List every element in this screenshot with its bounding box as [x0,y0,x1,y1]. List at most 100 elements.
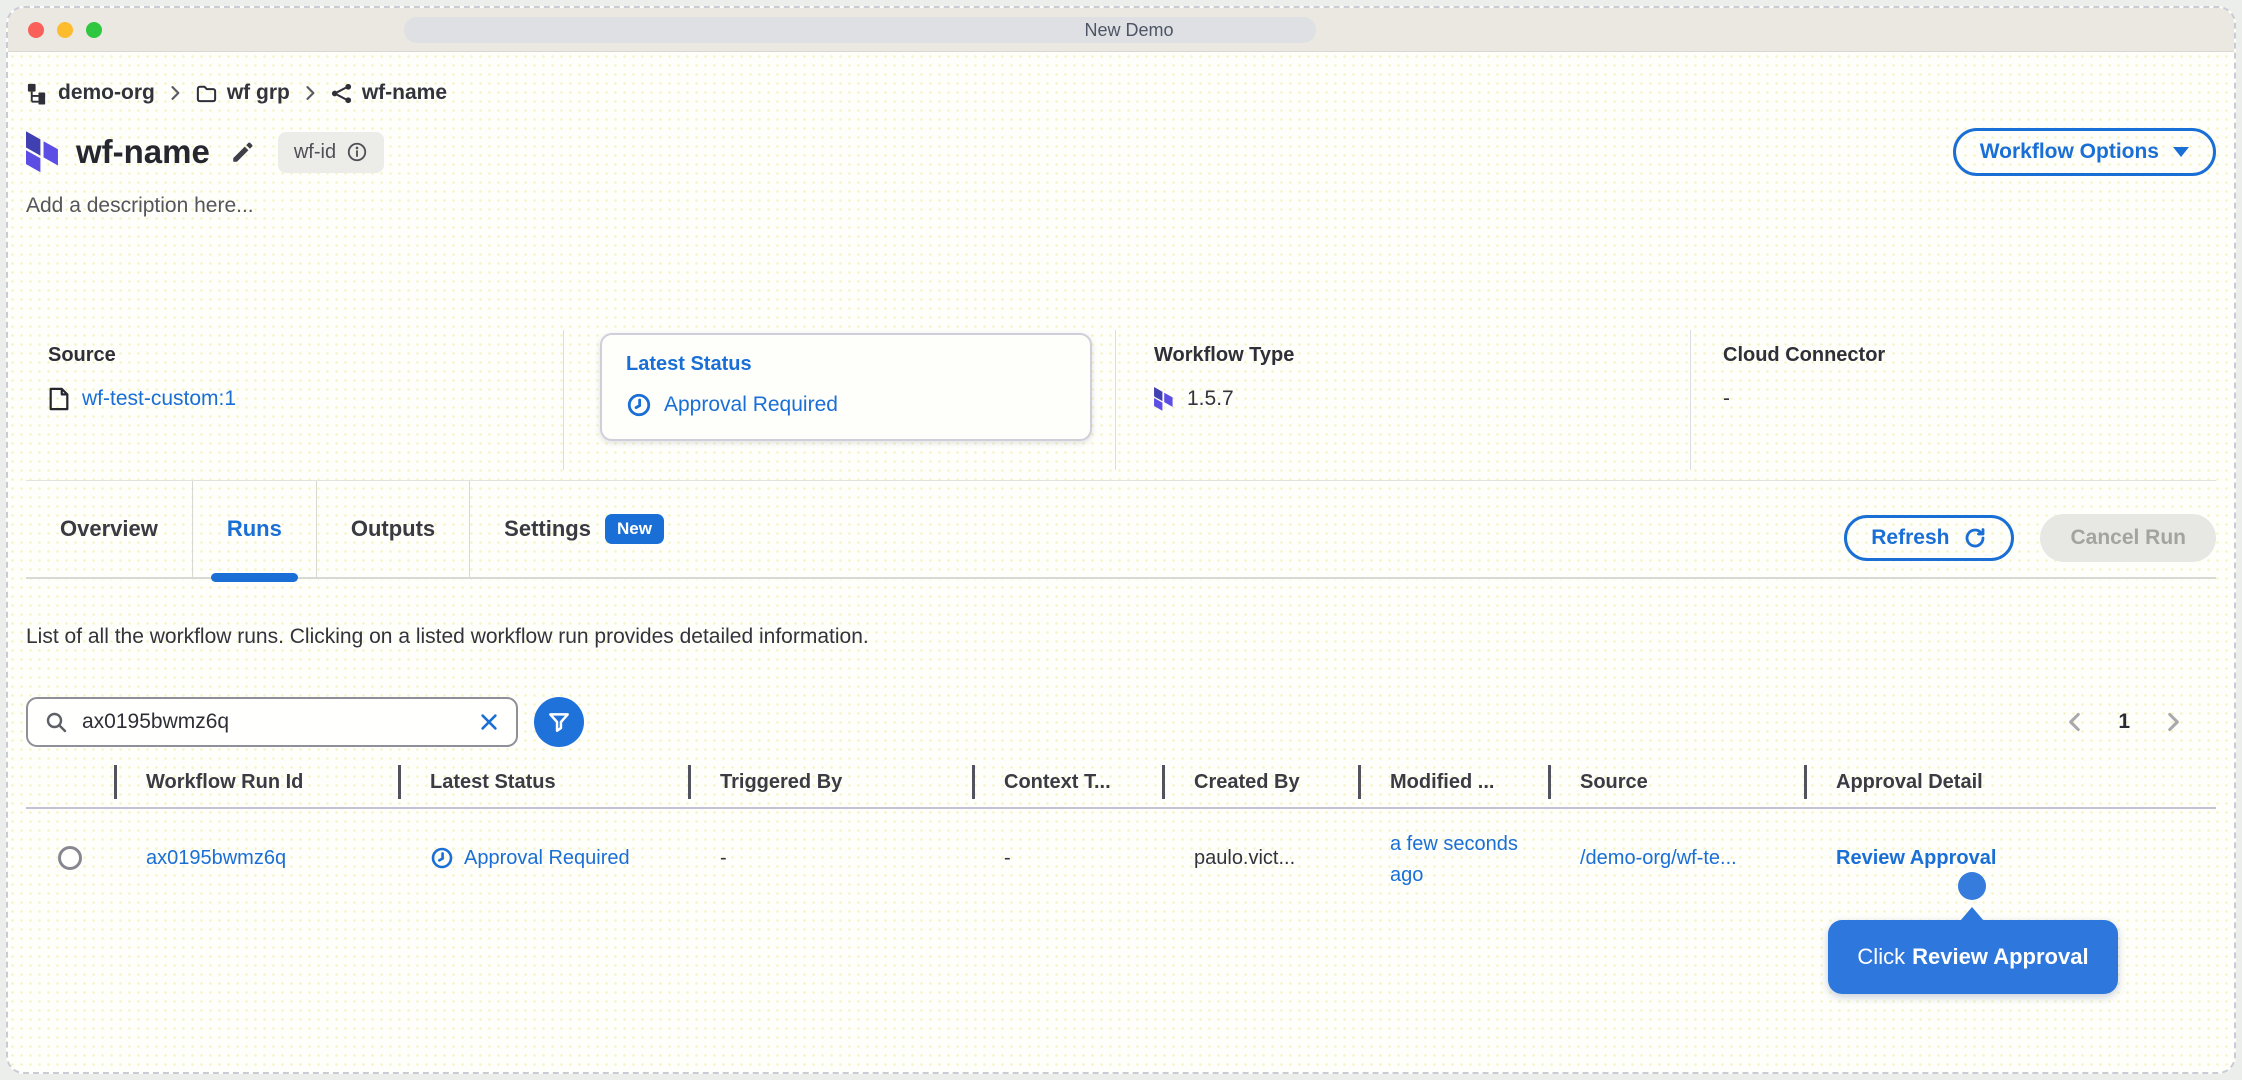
row-context: - [972,847,1162,870]
tab-overview-label: Overview [60,516,158,542]
row-created-by: paulo.vict... [1162,847,1358,870]
col-modified: Modified ... [1358,757,1548,807]
info-latest-status: Latest Status Approval Required [563,330,1115,470]
latest-status-label: Latest Status [626,353,1090,376]
workflow-header: wf-name wf-id Workflow Options [26,128,2216,176]
tab-settings-label: Settings [504,516,591,542]
runs-description: List of all the workflow runs. Clicking … [26,625,2216,649]
refresh-label: Refresh [1871,526,1949,550]
tabs-row: Overview Runs Outputs Settings New Refre… [26,481,2216,579]
col-latest-status: Latest Status [398,757,688,807]
review-approval-link[interactable]: Review Approval [1836,847,1996,870]
workflow-options-label: Workflow Options [1980,140,2159,164]
workflow-id-label: wf-id [294,141,336,164]
breadcrumb: demo-org wf grp wf-name [26,52,2216,108]
app-window: New Demo demo-org wf grp [6,6,2236,1074]
org-icon [26,82,49,105]
tooltip-action: Review Approval [1912,944,2088,970]
titlebar: New Demo [8,8,2234,52]
workflow-description[interactable]: Add a description here... [26,194,2216,218]
row-radio-button[interactable] [58,846,82,870]
pending-clock-icon [626,392,652,418]
tab-actions: Refresh Cancel Run [1844,514,2216,562]
breadcrumb-workflow[interactable]: wf-name [330,81,447,105]
edit-pencil-icon[interactable] [230,139,256,165]
tooltip-prefix: Click [1857,944,1905,970]
run-id-link[interactable]: ax0195bwmz6q [146,847,286,870]
folder-icon [195,82,218,105]
tabs: Overview Runs Outputs Settings New [26,481,698,577]
breadcrumb-workflow-label: wf-name [362,81,447,105]
terraform-version-icon [1154,387,1175,411]
cloud-connector-value: - [1723,387,1730,411]
tab-overview[interactable]: Overview [26,481,192,577]
col-created-by: Created By [1162,757,1358,807]
terraform-logo [26,131,62,173]
workflow-type-label: Workflow Type [1154,344,1690,367]
close-window-button[interactable] [28,22,44,38]
workflow-id-badge[interactable]: wf-id [278,132,384,173]
refresh-button[interactable]: Refresh [1844,515,2014,561]
search-icon [44,710,68,734]
col-triggered-by: Triggered By [688,757,972,807]
search-input[interactable] [82,710,478,734]
chevron-right-icon [165,83,185,103]
col-source: Source [1548,757,1804,807]
row-source-link[interactable]: /demo-org/wf-te... [1580,847,1737,870]
tab-settings[interactable]: Settings New [469,481,698,577]
caret-down-icon [2173,147,2189,157]
coach-tooltip: Click Review Approval [1828,920,2118,994]
pagination: 1 [2062,709,2216,735]
breadcrumb-group-label: wf grp [227,81,290,105]
row-latest-status: Approval Required [464,847,630,870]
minimize-window-button[interactable] [57,22,73,38]
next-page-button[interactable] [2160,709,2186,735]
source-label: Source [48,344,563,367]
workflow-options-button[interactable]: Workflow Options [1953,128,2216,176]
refresh-icon [1963,526,1987,550]
page-number: 1 [2118,710,2130,734]
filter-funnel-icon [546,709,572,735]
new-badge: New [605,514,664,544]
workflow-type-value: 1.5.7 [1187,387,1234,411]
latest-status-card[interactable]: Latest Status Approval Required [600,333,1092,441]
tab-outputs-label: Outputs [351,516,435,542]
latest-status-value: Approval Required [664,393,838,417]
info-workflow-type: Workflow Type 1.5.7 [1115,330,1690,470]
search-box[interactable] [26,697,518,747]
info-cloud-connector: Cloud Connector - [1690,330,2216,470]
workflow-icon [330,82,353,105]
clear-search-icon[interactable] [478,711,500,733]
cancel-run-label: Cancel Run [2070,526,2186,549]
col-approval-detail: Approval Detail [1804,757,2216,807]
chevron-right-icon [300,83,320,103]
table-row[interactable]: ax0195bwmz6q Approval Required - - paulo… [26,809,2216,907]
table-header: Workflow Run Id Latest Status Triggered … [26,757,2216,809]
page-title: wf-name [76,133,210,171]
tab-runs[interactable]: Runs [192,481,316,577]
info-icon[interactable] [346,141,368,163]
tab-runs-label: Runs [227,516,282,542]
info-source: Source wf-test-custom:1 [26,330,563,470]
tab-outputs[interactable]: Outputs [316,481,469,577]
prev-page-button[interactable] [2062,709,2088,735]
col-context: Context T... [972,757,1162,807]
breadcrumb-org-label: demo-org [58,81,155,105]
breadcrumb-group[interactable]: wf grp [195,81,290,105]
document-icon [48,387,70,411]
runs-table: Workflow Run Id Latest Status Triggered … [26,757,2216,907]
page-content: demo-org wf grp wf-name [8,52,2234,1072]
info-strip: Source wf-test-custom:1 Latest Status Ap [26,330,2216,470]
row-modified: a few seconds ago [1390,825,1546,891]
titlebar-pill [404,17,1316,43]
traffic-lights [28,22,102,38]
source-link[interactable]: wf-test-custom:1 [82,387,236,411]
breadcrumb-org[interactable]: demo-org [26,81,155,105]
cursor-dot [1958,872,1986,900]
cancel-run-button[interactable]: Cancel Run [2040,514,2216,562]
zoom-window-button[interactable] [86,22,102,38]
row-triggered-by: - [688,847,972,870]
filter-button[interactable] [534,697,584,747]
pending-clock-icon [430,846,454,870]
col-workflow-run-id: Workflow Run Id [114,757,398,807]
